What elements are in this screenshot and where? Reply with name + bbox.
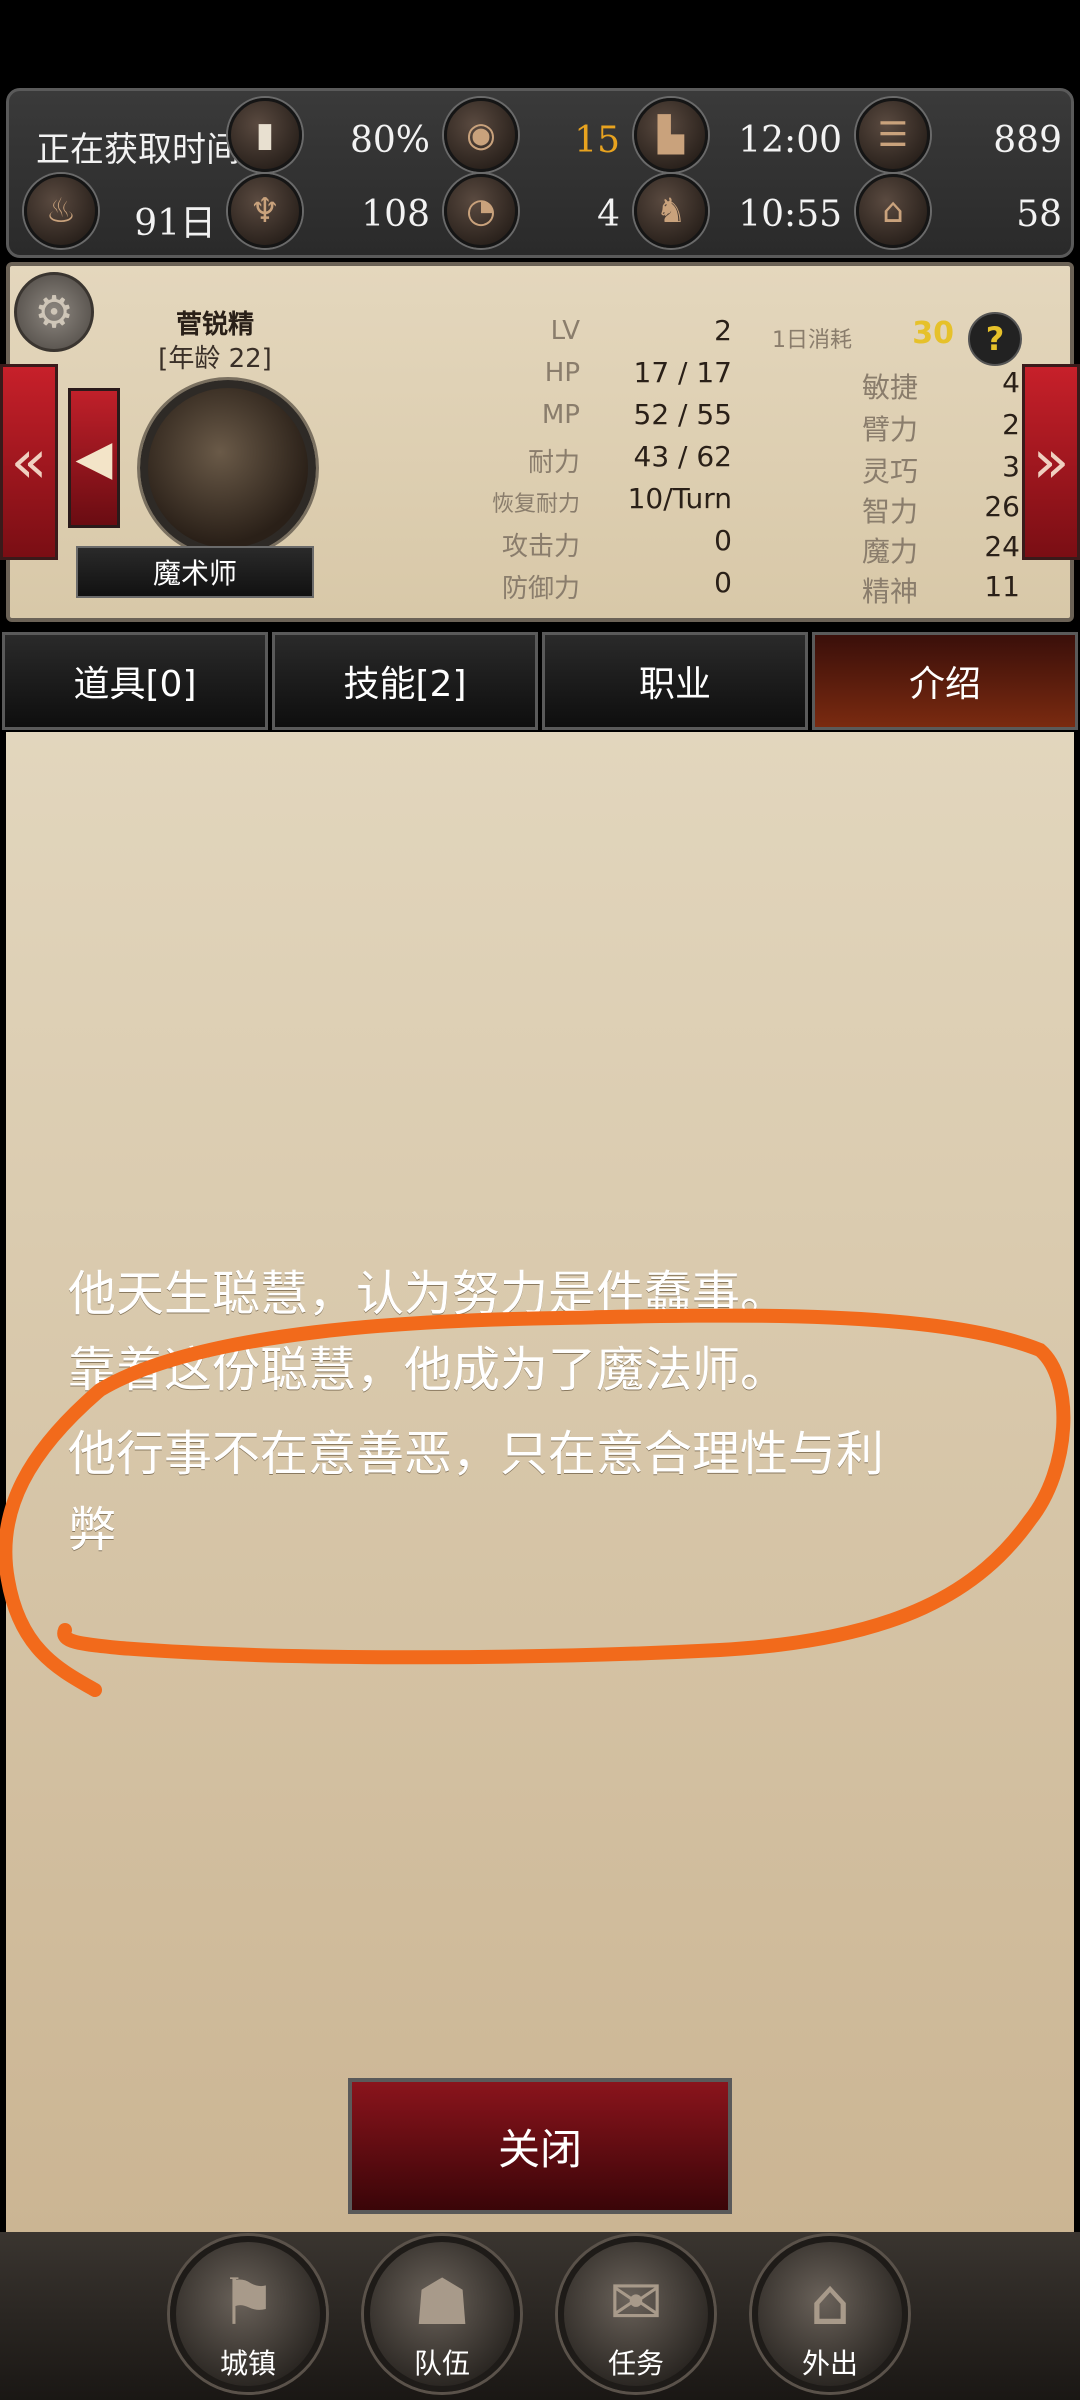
class-badge: 魔术师 xyxy=(76,546,314,598)
stat-value-spirit: 11 xyxy=(984,570,1020,603)
close-button[interactable]: 关闭 xyxy=(348,2078,732,2214)
daily-cost-label: 1日消耗 xyxy=(772,328,852,353)
character-age: [年龄 22] xyxy=(158,344,272,374)
nav-party-label: 队伍 xyxy=(413,2347,470,2380)
meat-icon: ◉ xyxy=(444,98,518,172)
nav-quest-label: 任务 xyxy=(607,2347,664,2380)
stat-label-spirit: 精神 xyxy=(862,575,919,608)
days-value: 91日 xyxy=(134,203,216,244)
portrait-left-arrow[interactable]: ◀ xyxy=(68,388,120,528)
system-status-bar xyxy=(0,0,1080,88)
stat-label-magic: 魔力 xyxy=(862,535,919,568)
next-character-arrow[interactable]: » xyxy=(1022,364,1080,560)
stat-value-hp: 17 / 17 xyxy=(633,356,733,389)
figure-time: 10:55 xyxy=(738,194,842,235)
stat-value-intelligence: 26 xyxy=(984,490,1020,523)
orange-annotation-scribble xyxy=(0,1308,1071,1697)
stat-value-attack: 0 xyxy=(714,524,732,557)
meat-slice-icon: ◔ xyxy=(444,174,518,248)
boot-icon: ▙ xyxy=(634,98,708,172)
coins-value: 889 xyxy=(993,120,1062,161)
stat-label-agility: 敏捷 xyxy=(862,371,919,404)
stat-label-stamina: 耐力 xyxy=(527,448,580,478)
pipe-icon: ♨ xyxy=(24,174,98,248)
party-icon: ☗ xyxy=(413,2266,471,2340)
boot-time: 12:00 xyxy=(738,120,842,161)
battery-value: 80% xyxy=(349,120,430,161)
stat-value-stamina-regen: 10/Turn xyxy=(627,482,732,515)
character-portrait[interactable] xyxy=(140,380,316,556)
gear-icon[interactable]: ⚙ xyxy=(14,272,94,352)
stat-value-defense: 0 xyxy=(714,566,732,599)
help-icon[interactable]: ? xyxy=(968,312,1022,366)
tab-skills[interactable]: 技能[2] xyxy=(272,632,538,730)
door-icon: ⌂ xyxy=(809,2266,851,2340)
tab-items[interactable]: 道具[0] xyxy=(2,632,268,730)
battery-icon: ▮ xyxy=(228,98,302,172)
stat-label-stamina-regen: 恢复耐力 xyxy=(491,492,580,517)
tab-job[interactable]: 职业 xyxy=(542,632,808,730)
stat-label-defense: 防御力 xyxy=(501,574,580,604)
stat-value-stamina: 43 / 62 xyxy=(633,440,733,473)
hat-icon: ⌂ xyxy=(856,174,930,248)
stat-value-lv: 2 xyxy=(714,314,732,347)
stat-value-agility: 4 xyxy=(1002,366,1020,399)
stat-value-dexterity: 3 xyxy=(1002,450,1020,483)
food-value: 15 xyxy=(574,120,620,161)
acquire-time-label: 正在获取时间 xyxy=(36,130,240,170)
coins-icon: ☰ xyxy=(856,98,930,172)
character-name: 菅锐精 xyxy=(175,310,254,340)
nav-town-label: 城镇 xyxy=(219,2347,276,2380)
stat-value-mp: 52 / 55 xyxy=(633,398,733,431)
stat-label-attack: 攻击力 xyxy=(501,532,580,562)
statue-value: 108 xyxy=(361,194,430,235)
stat-label-mp: MP xyxy=(541,400,580,430)
flag-icon: ⚑ xyxy=(219,2266,277,2340)
daily-cost-value: 30 xyxy=(912,316,954,351)
stat-label-lv: LV xyxy=(550,316,580,346)
stat-value-strength: 2 xyxy=(1002,408,1020,441)
nav-outing-label: 外出 xyxy=(801,2347,858,2380)
tab-intro[interactable]: 介绍 xyxy=(812,632,1078,730)
figure-icon: ♞ xyxy=(634,174,708,248)
stat-label-hp: HP xyxy=(544,358,580,388)
stat-label-strength: 臂力 xyxy=(862,413,919,446)
stat-value-magic: 24 xyxy=(984,530,1020,563)
stat-label-dexterity: 灵巧 xyxy=(862,455,919,488)
meat-value: 4 xyxy=(597,194,620,235)
bottom-nav-bar xyxy=(0,2232,1080,2400)
envelope-icon: ✉ xyxy=(609,2266,663,2340)
stat-label-intelligence: 智力 xyxy=(862,495,919,528)
hat-value: 58 xyxy=(1016,194,1062,235)
prev-character-arrow[interactable]: « xyxy=(0,364,58,560)
statue-icon: ♆ xyxy=(228,174,302,248)
